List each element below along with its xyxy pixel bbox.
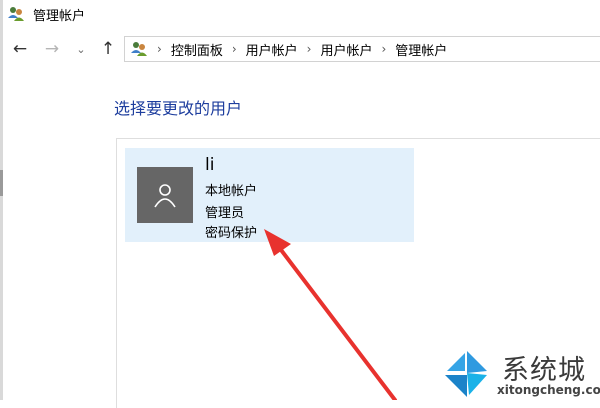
breadcrumb-control-panel[interactable]: 控制面板	[171, 40, 223, 59]
address-bar[interactable]: › 控制面板 › 用户帐户 › 用户帐户 › 管理帐户	[124, 36, 600, 62]
user-name: li	[205, 155, 215, 175]
arrow-up-icon: ↑	[100, 39, 116, 59]
account-role: 管理员	[205, 206, 245, 221]
up-button[interactable]: ↑	[97, 38, 119, 60]
chevron-down-icon: ⌄	[76, 42, 86, 56]
users-icon	[8, 7, 24, 21]
arrow-left-icon: ←	[12, 39, 28, 59]
password-status: 密码保护	[205, 226, 258, 241]
recent-locations-button[interactable]: ⌄	[70, 38, 92, 60]
account-type: 本地帐户	[205, 184, 258, 199]
chevron-right-icon: ›	[157, 42, 162, 56]
watermark: 系统城 xitongcheng.com	[442, 348, 600, 400]
avatar	[137, 167, 193, 223]
chevron-right-icon[interactable]: ›	[307, 42, 312, 56]
watermark-logo-icon	[445, 351, 487, 397]
back-button[interactable]: ←	[9, 38, 31, 60]
page-heading: 选择要更改的用户	[114, 99, 243, 118]
window-title: 管理帐户	[33, 9, 86, 24]
breadcrumb-user-accounts-2[interactable]: 用户帐户	[320, 40, 372, 59]
user-tile-li[interactable]: li 本地帐户 管理员 密码保护	[125, 148, 414, 242]
users-icon	[131, 42, 147, 56]
forward-button[interactable]: →	[41, 38, 63, 60]
breadcrumb-manage-accounts[interactable]: 管理帐户	[395, 40, 447, 59]
chevron-right-icon[interactable]: ›	[232, 42, 237, 56]
arrow-right-icon: →	[44, 39, 60, 59]
chevron-right-icon[interactable]: ›	[381, 42, 386, 56]
title-bar: 管理帐户	[3, 0, 600, 28]
watermark-title: 系统城	[502, 355, 586, 386]
person-icon	[154, 184, 176, 208]
breadcrumb-user-accounts-1[interactable]: 用户帐户	[246, 40, 298, 59]
watermark-url: xitongcheng.com	[497, 383, 600, 397]
navigation-bar: ← → ⌄ ↑ › 控制面板 › 用户帐户 › 用户帐户 › 管理帐户	[3, 28, 600, 70]
